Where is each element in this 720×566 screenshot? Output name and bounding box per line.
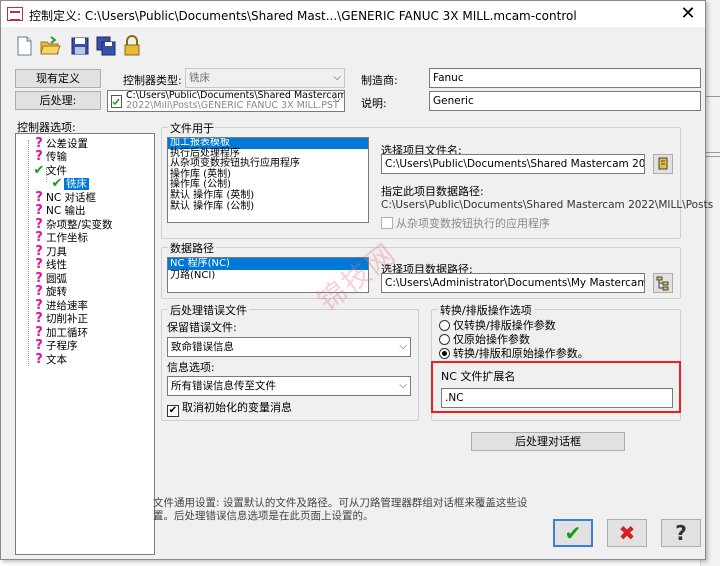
check-icon: ✔: [564, 521, 582, 545]
keep-errors-select[interactable]: 致命错误信息 ⌵: [167, 337, 411, 357]
chevron-down-icon: ⌵: [399, 341, 407, 352]
ok-button[interactable]: ✔: [553, 519, 593, 547]
info-options-label: 信息选项:: [167, 361, 215, 374]
tree-item[interactable]: ? 传输: [32, 150, 67, 163]
browse-file-icon[interactable]: [653, 154, 673, 174]
description-label: 说明:: [361, 97, 387, 110]
checkbox-box: [381, 217, 393, 229]
help-icon: ?: [675, 521, 687, 545]
lock-icon[interactable]: [121, 35, 143, 57]
post-errors-title: 后处理错误文件: [168, 302, 249, 318]
convert-options-title: 转换/排版操作选项: [438, 302, 534, 318]
tree-item[interactable]: ? 文本: [32, 353, 67, 366]
chevron-down-icon: ⌵: [399, 380, 407, 391]
tree-item[interactable]: ? 杂项整/实变数: [32, 218, 112, 231]
list-item[interactable]: 默认 操作库 (公制): [168, 201, 368, 213]
controller-type-label: 控制器类型:: [123, 74, 182, 87]
question-mark-icon: ?: [35, 284, 43, 299]
window-title: 控制定义: C:\Users\Public\Documents\Shared M…: [29, 9, 577, 23]
controller-type-select[interactable]: 铣床 ⌵: [185, 68, 345, 88]
title-bar: 控制定义: C:\Users\Public\Documents\Shared M…: [1, 1, 705, 27]
tree-item[interactable]: ? 线性: [32, 258, 67, 271]
nc-extension-label: NC 文件扩展名: [441, 370, 516, 383]
new-file-icon[interactable]: [13, 35, 35, 57]
post-path-value-line2: 2022\Mill\Posts\GENERIC FANUC 3X MILL.PS…: [126, 101, 339, 109]
radio-dot: [439, 320, 450, 331]
question-mark-icon: ?: [35, 257, 43, 272]
open-folder-icon[interactable]: [39, 35, 61, 57]
tree-item[interactable]: ? 工作坐标: [32, 231, 88, 244]
radio-dot: [439, 334, 450, 345]
controller-options-tree[interactable]: ? 公差设置 ? 传输 ✔ 文件 ✔ 铣床 ? NC 对话框 ? NC 输出 ? 杂项整/实变…: [15, 133, 155, 555]
manufacturer-field[interactable]: Fanuc: [429, 68, 701, 88]
keep-errors-label: 保留错误文件:: [167, 321, 237, 334]
help-button[interactable]: ?: [661, 519, 701, 547]
control-definition-dialog: 控制定义: C:\Users\Public\Documents\Shared M…: [0, 0, 713, 560]
info-options-select[interactable]: 所有错误信息传至文件 ⌵: [167, 376, 411, 396]
post-processor-button[interactable]: 后处理:: [15, 91, 101, 110]
specified-path-value: C:\Users\Public\Documents\Shared Masterc…: [381, 199, 714, 211]
chevron-down-icon: ⌵: [333, 72, 341, 83]
select-file-field[interactable]: C:\Users\Public\Documents\Shared Masterc…: [381, 154, 645, 174]
check-icon: ✔: [51, 176, 63, 191]
from-misc-checkbox[interactable]: 从杂项变数按钮执行的应用程序: [381, 215, 550, 231]
check-icon: ✔: [167, 405, 179, 417]
cancel-init-checkbox[interactable]: ✔ 取消初始化的变量消息: [167, 399, 292, 417]
tree-item[interactable]: ? 子程序: [32, 338, 77, 353]
specified-path-label: 指定此项目数据路径:: [381, 185, 484, 198]
cancel-button[interactable]: ✖: [607, 519, 647, 547]
question-mark-icon: ?: [35, 203, 43, 218]
data-paths-title: 数据路径: [168, 240, 216, 256]
check-icon: ✔: [33, 163, 45, 178]
browse-folder-icon[interactable]: [653, 273, 673, 293]
save-icon[interactable]: [69, 35, 91, 57]
tree-item-selected[interactable]: ✔ 铣床: [50, 177, 89, 190]
radio-convert-and-original[interactable]: 转换/排版和原始操作参数。: [439, 345, 589, 361]
tree-item[interactable]: ? 旋转: [32, 285, 67, 298]
files-for-list[interactable]: 加工报表模板 执行后处理程序 从杂项变数按钮执行应用程序 操作库 (英制) 操作…: [167, 137, 369, 223]
post-dialog-button[interactable]: 后处理对话框: [471, 432, 625, 451]
save-as-icon[interactable]: [95, 35, 117, 57]
select-path-field[interactable]: C:\Users\Administrator\Documents\My Mast…: [381, 273, 645, 293]
question-mark-icon: ?: [35, 149, 43, 164]
question-mark-icon: ?: [35, 352, 43, 367]
app-icon: [7, 7, 23, 21]
question-mark-icon: ?: [35, 230, 43, 245]
existing-definitions-button[interactable]: 现有定义: [15, 69, 101, 88]
question-mark-icon: ?: [35, 311, 43, 326]
document-check-icon: [111, 95, 122, 108]
tree-item[interactable]: ? 切削补正: [32, 312, 88, 325]
nc-extension-field[interactable]: .NC: [441, 388, 673, 408]
controller-type-value: 铣床: [189, 72, 210, 84]
radio-dot-selected: [439, 348, 450, 359]
tree-item[interactable]: ? NC 输出: [32, 203, 85, 218]
post-path-value: C:\Users\Public\Documents\Shared Masterc…: [126, 90, 345, 101]
list-item[interactable]: 加工报表模板: [168, 138, 368, 149]
question-mark-icon: ?: [35, 338, 43, 353]
chevron-down-icon: ⌵: [333, 94, 341, 105]
help-description: 文件通用设置: 设置默认的文件及路径。可从刀路管理器群组对话框来覆盖这些设置。后…: [153, 497, 528, 522]
close-button[interactable]: ✕: [677, 4, 699, 24]
description-field[interactable]: Generic: [429, 91, 701, 111]
post-path-select[interactable]: C:\Users\Public\Documents\Shared Masterc…: [107, 90, 345, 112]
files-for-title: 文件用于: [168, 120, 216, 136]
list-item[interactable]: 默认 操作库 (英制): [168, 190, 368, 202]
manufacturer-label: 制造商:: [361, 74, 398, 87]
x-icon: ✖: [618, 521, 636, 545]
